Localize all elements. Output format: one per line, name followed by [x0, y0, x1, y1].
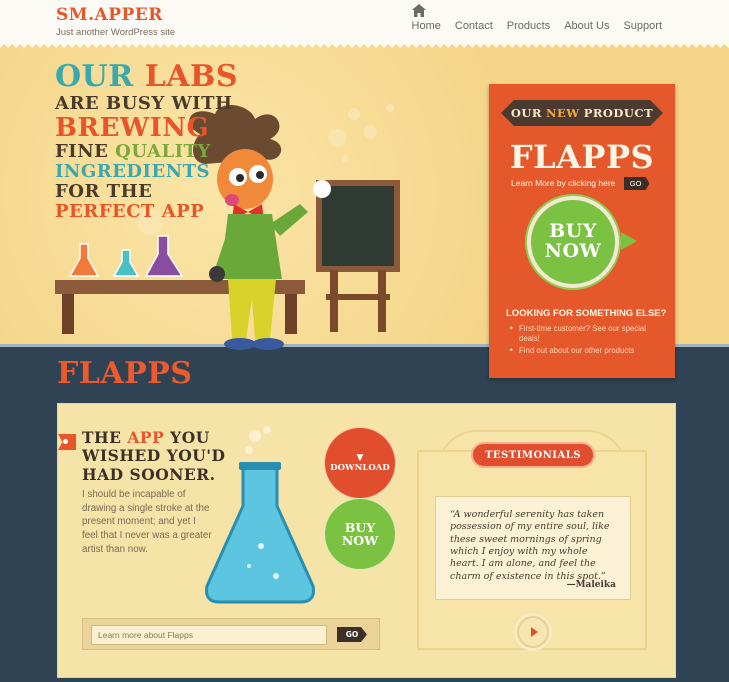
nav-about-us[interactable]: About Us: [557, 0, 616, 44]
app-description: I should be incapable of drawing a singl…: [82, 489, 212, 555]
hero-line4b: QUALITY: [115, 141, 211, 162]
learn-more-bar: Learn more about Flapps GO: [82, 618, 380, 650]
hero-line7: PERFECT APP: [55, 201, 205, 222]
hero-line1b: LABS: [144, 59, 239, 94]
section-title: FLAPPS: [57, 356, 193, 391]
ribbon-product: PRODUCT: [583, 106, 654, 120]
main-nav: Home Contact Products About Us Support: [405, 0, 669, 44]
next-testimonial-button[interactable]: [517, 616, 549, 648]
buy-now-badge-line2: NOW: [341, 533, 379, 548]
download-button[interactable]: ▼ DOWNLOAD: [329, 432, 391, 494]
nav-contact[interactable]: Contact: [448, 0, 500, 44]
home-icon: [411, 4, 426, 17]
product-title: FLAPPS: [509, 138, 655, 176]
testimonials-panel: TESTIMONIALS “A wonderful serenity has t…: [417, 412, 647, 652]
flask-icon-orange: [68, 243, 100, 277]
arrow-right-icon: [530, 627, 538, 637]
quote-text: “A wonderful serenity has taken possessi…: [450, 509, 610, 582]
download-arrow-icon: ▼: [356, 453, 364, 463]
hero-line2: ARE BUSY WITH: [55, 93, 233, 114]
flag-icon: [58, 434, 76, 450]
site-header: SM.APPER Just another WordPress site Hom…: [0, 0, 729, 44]
hero-line6: FOR THE: [55, 181, 153, 202]
hero-line5: INGREDIENTS: [55, 161, 211, 182]
new-product-ribbon: OUR NEW PRODUCT: [501, 100, 663, 126]
bullet-icon: •: [509, 346, 514, 355]
app-head-app: APP: [127, 428, 165, 447]
special-deals-link[interactable]: First-time customer? See our special dea…: [519, 324, 659, 343]
buy-now-line2: NOW: [544, 240, 602, 262]
buy-now-pointer: [621, 232, 637, 250]
bullet-icon: •: [509, 324, 514, 333]
app-promo: THE APP YOU WISHED YOU'D HAD SOONER. I s…: [58, 412, 413, 652]
quote-author: —Maleika: [566, 580, 616, 590]
nav-support[interactable]: Support: [616, 0, 669, 44]
nav-home[interactable]: Home: [405, 0, 448, 44]
hero-line1a: OUR: [55, 59, 134, 94]
hero-line4a: FINE: [55, 141, 109, 162]
go-button[interactable]: GO: [337, 627, 367, 642]
buy-now-button[interactable]: BUY NOW: [527, 196, 619, 288]
looking-heading: LOOKING FOR SOMETHING ELSE?: [506, 308, 667, 319]
nav-products[interactable]: Products: [500, 0, 557, 44]
site-logo[interactable]: SM.APPER: [56, 5, 163, 25]
hero-headline: OUR LABS ARE BUSY WITH BREWING FINE QUAL…: [55, 62, 238, 221]
learn-more-input[interactable]: Learn more about Flapps: [91, 625, 327, 645]
flask-icon: [205, 426, 315, 604]
ribbon-our: OUR: [510, 106, 542, 120]
learn-more-line: Learn More by clicking here GO: [511, 177, 650, 190]
learn-more-text[interactable]: Learn More by clicking here: [511, 178, 615, 188]
buy-now-line1: BUY: [549, 220, 597, 243]
new-product-panel: OUR NEW PRODUCT FLAPPS Learn More by cli…: [489, 84, 675, 378]
nav-home-label: Home: [411, 20, 441, 32]
app-head-the: THE: [82, 428, 122, 447]
other-products-link[interactable]: Find out about our other products: [519, 346, 669, 356]
flask-icon-teal: [112, 249, 140, 277]
flask-icon-purple: [144, 235, 184, 277]
site-tagline: Just another WordPress site: [56, 27, 176, 38]
go-button[interactable]: GO: [623, 177, 650, 190]
download-label: DOWNLOAD: [330, 463, 390, 473]
buy-now-badge[interactable]: BUY NOW: [329, 503, 391, 565]
hero-line3: BREWING: [55, 113, 210, 143]
testimonial-quote: “A wonderful serenity has taken possessi…: [435, 496, 631, 600]
ribbon-new: NEW: [545, 106, 580, 120]
chalkboard-icon: [316, 180, 400, 332]
feature-card: THE APP YOU WISHED YOU'D HAD SOONER. I s…: [57, 403, 676, 678]
testimonials-tag: TESTIMONIALS: [471, 442, 595, 468]
